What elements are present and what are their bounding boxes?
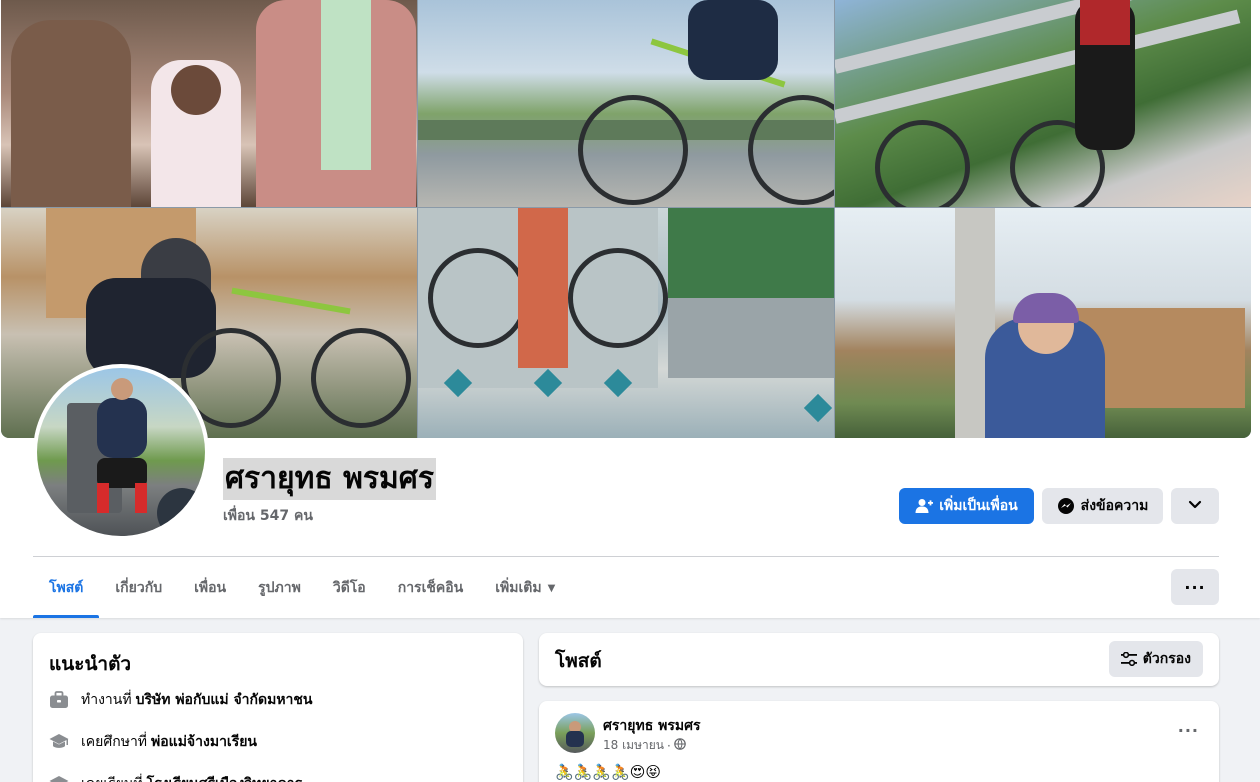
tab-photos[interactable]: รูปภาพ (242, 558, 317, 618)
filter-icon (1120, 652, 1137, 666)
cover-photo-tile (835, 208, 1251, 438)
graduation-cap-icon (49, 732, 69, 752)
cover-photo-tile (418, 0, 834, 207)
posts-header-card: โพสต์ ตัวกรอง (539, 633, 1219, 686)
profile-header: ศรายุทธ พรมศร เพื่อน 547 คน เพิ่มเป็นเพื… (0, 0, 1260, 618)
filter-label: ตัวกรอง (1142, 651, 1191, 667)
briefcase-icon (49, 690, 69, 710)
filter-button[interactable]: ตัวกรอง (1108, 641, 1203, 677)
graduation-cap-icon (49, 774, 69, 782)
intro-education-link[interactable]: พ่อแม่จ้างมาเรียน (151, 731, 257, 753)
profile-tabs: โพสต์ เกี่ยวกับ เพื่อน รูปภาพ วิดีโอ การ… (33, 558, 571, 618)
post-meta-separator: · (666, 738, 671, 753)
add-friend-button[interactable]: เพิ่มเป็นเพื่อน (899, 488, 1034, 524)
post-card: ศรายุทธ พรมศร 18 เมษายน · ··· 🚴🚴🚴🚴😍😝 (539, 701, 1219, 782)
intro-education-2: เคยเรียนที่ โรงเรียนศรีเมืองวิทยาคาร (49, 773, 302, 782)
tab-checkins[interactable]: การเช็คอิน (382, 558, 480, 618)
tab-friends[interactable]: เพื่อน (178, 558, 242, 618)
add-person-icon (915, 498, 934, 514)
intro-work-link[interactable]: บริษัท พ่อกับแม่ จำกัดมหาชน (136, 689, 313, 711)
cover-photo-tile (1, 0, 417, 207)
globe-icon (674, 738, 686, 753)
profile-dropdown-button[interactable] (1171, 488, 1219, 524)
post-options-button[interactable]: ··· (1178, 721, 1199, 740)
profile-picture[interactable] (33, 364, 209, 540)
tab-posts[interactable]: โพสต์ (33, 558, 100, 618)
cover-photo-tile (418, 208, 834, 438)
cover-photo[interactable] (1, 0, 1251, 438)
intro-education: เคยศึกษาที่ พ่อแม่จ้างมาเรียน (49, 731, 257, 753)
tab-about[interactable]: เกี่ยวกับ (99, 558, 178, 618)
post-text: 🚴🚴🚴🚴😍😝 (555, 763, 661, 781)
tab-more[interactable]: เพิ่มเติม ▼ (479, 558, 571, 618)
header-divider (33, 556, 1219, 557)
post-author-avatar[interactable] (555, 713, 595, 753)
intro-work: ทำงานที่ บริษัท พ่อกับแม่ จำกัดมหาชน (49, 689, 312, 711)
intro-title: แนะนำตัว (49, 653, 132, 675)
cover-photo-tile (835, 0, 1251, 207)
intro-education-2-link[interactable]: โรงเรียนศรีเมืองวิทยาคาร (147, 773, 303, 782)
post-date[interactable]: 18 เมษายน (603, 736, 664, 755)
add-friend-label: เพิ่มเป็นเพื่อน (939, 498, 1018, 514)
friend-count[interactable]: เพื่อน 547 คน (223, 505, 313, 527)
tab-videos[interactable]: วิดีโอ (317, 558, 382, 618)
message-label: ส่งข้อความ (1080, 498, 1149, 514)
profile-picture-image (37, 368, 205, 536)
chevron-down-icon (1188, 498, 1202, 514)
more-icon: ··· (1184, 577, 1206, 597)
message-button[interactable]: ส่งข้อความ (1042, 488, 1163, 524)
profile-name: ศรายุทธ พรมศร (223, 458, 436, 500)
post-author-name[interactable]: ศรายุทธ พรมศร (603, 715, 701, 737)
intro-card: แนะนำตัว ทำงานที่ บริษัท พ่อกับแม่ จำกัด… (33, 633, 523, 782)
caret-down-icon: ▼ (547, 582, 556, 594)
posts-title: โพสต์ (555, 650, 602, 672)
messenger-icon (1057, 497, 1075, 515)
more-options-button[interactable]: ··· (1171, 569, 1219, 605)
post-meta: 18 เมษายน · (603, 736, 686, 755)
